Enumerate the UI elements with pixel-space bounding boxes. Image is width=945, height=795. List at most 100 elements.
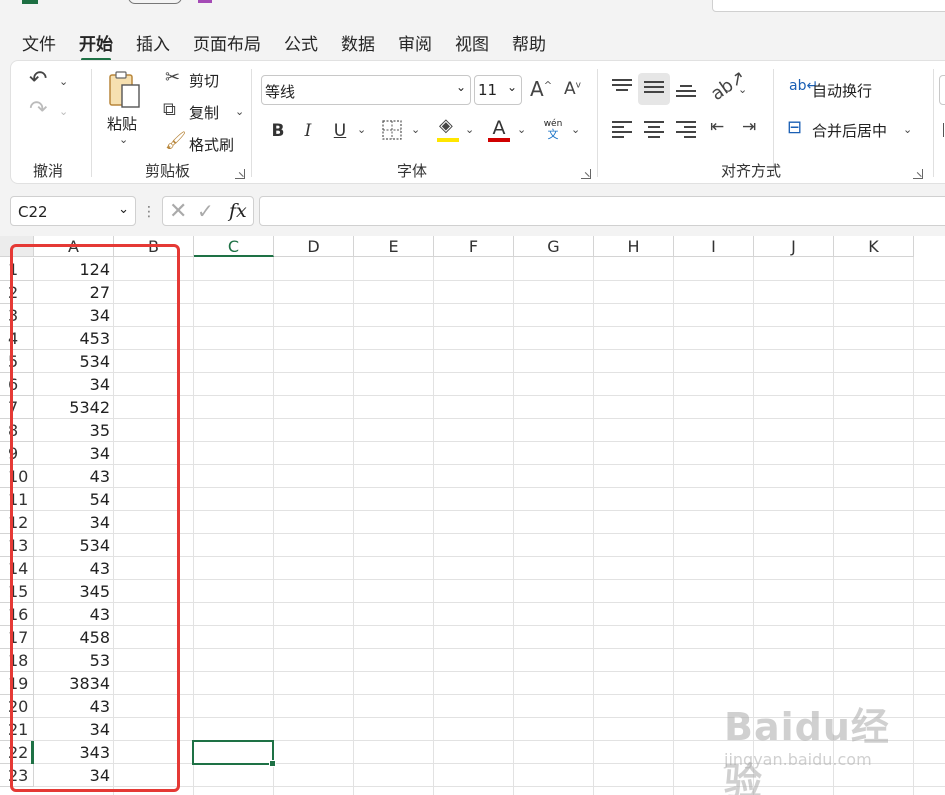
merge-center-button[interactable]: 合并后居中 — [812, 120, 887, 141]
cell-a[interactable]: 124 — [34, 258, 114, 281]
ribbon: ↶ ⌄ ↷ ⌄ 撤消 粘贴 ⌄ ✂ 剪切 ⧉ 复制 ⌄ 🖌 格式刷 剪贴板 等线… — [10, 60, 945, 184]
row-header[interactable]: 13 — [0, 534, 34, 557]
column-header[interactable]: E — [354, 236, 434, 257]
cell-a[interactable]: 43 — [34, 695, 114, 718]
increase-indent-icon[interactable]: ⇥ — [742, 119, 756, 136]
bottom-align-icon[interactable] — [676, 85, 696, 101]
gridline — [34, 418, 945, 419]
row-header[interactable]: 14 — [0, 557, 34, 580]
search-input[interactable] — [712, 0, 945, 12]
cell-a[interactable]: 27 — [34, 281, 114, 304]
row-header[interactable]: 3 — [0, 304, 34, 327]
active-cell-c22[interactable] — [192, 740, 276, 767]
align-left-icon[interactable] — [612, 121, 632, 138]
row-header[interactable]: 21 — [0, 718, 34, 741]
row-header[interactable]: 5 — [0, 350, 34, 373]
column-header[interactable]: I — [674, 236, 754, 257]
cell-a[interactable]: 43 — [34, 557, 114, 580]
row-header[interactable]: 6 — [0, 373, 34, 396]
cell-a[interactable]: 343 — [34, 741, 114, 764]
formula-input[interactable] — [259, 196, 945, 226]
column-header[interactable]: A — [34, 236, 114, 257]
ribbon-tab[interactable]: 文件 — [22, 30, 56, 55]
row-header[interactable]: 1 — [0, 258, 34, 281]
column-header[interactable]: D — [274, 236, 354, 257]
row-header[interactable]: 22 — [0, 741, 34, 764]
cell-a[interactable]: 3834 — [34, 672, 114, 695]
column-header[interactable]: F — [434, 236, 514, 257]
column-header[interactable]: H — [594, 236, 674, 257]
cancel-icon[interactable]: ✕ — [169, 199, 187, 224]
column-header[interactable]: B — [114, 236, 194, 257]
gridline — [353, 257, 354, 795]
chevron-down-icon[interactable]: ⌄ — [738, 83, 747, 96]
row-header[interactable]: 2 — [0, 281, 34, 304]
row-header[interactable]: 16 — [0, 603, 34, 626]
column-header[interactable]: C — [194, 236, 274, 257]
insert-function-button[interactable]: fx — [229, 200, 247, 222]
ribbon-tab[interactable]: 页面布局 — [193, 30, 261, 55]
row-header[interactable]: 7 — [0, 396, 34, 419]
row-header[interactable]: 18 — [0, 649, 34, 672]
row-header[interactable]: 12 — [0, 511, 34, 534]
cell-a[interactable]: 534 — [34, 534, 114, 557]
cell-a[interactable]: 54 — [34, 488, 114, 511]
row-header[interactable]: 4 — [0, 327, 34, 350]
row-header[interactable]: 17 — [0, 626, 34, 649]
row-header[interactable]: 9 — [0, 442, 34, 465]
chevron-down-icon[interactable]: ⌄ — [903, 123, 912, 136]
row-header[interactable]: 10 — [0, 465, 34, 488]
dialog-launcher-icon[interactable] — [913, 169, 923, 179]
middle-align-icon[interactable] — [644, 81, 664, 97]
enter-icon[interactable]: ✓ — [197, 199, 214, 223]
cell-a[interactable]: 34 — [34, 764, 114, 787]
cell-a[interactable]: 5342 — [34, 396, 114, 419]
cell-a[interactable]: 34 — [34, 373, 114, 396]
row-header[interactable]: 19 — [0, 672, 34, 695]
more-options-icon[interactable]: ⋮ — [142, 204, 156, 220]
merge-center-icon[interactable]: ⊟ — [787, 119, 802, 137]
row-header[interactable]: 11 — [0, 488, 34, 511]
wrap-text-button[interactable]: 自动换行 — [812, 80, 872, 101]
gridline — [34, 579, 945, 580]
watermark-main: Baidu经验 — [724, 705, 890, 795]
cell-a[interactable]: 34 — [34, 304, 114, 327]
ribbon-tab[interactable]: 数据 — [341, 30, 375, 55]
cell-a[interactable]: 43 — [34, 465, 114, 488]
autosave-toggle[interactable] — [128, 0, 182, 4]
ribbon-tab[interactable]: 视图 — [455, 30, 489, 55]
align-center-icon[interactable] — [644, 121, 664, 138]
column-header[interactable]: G — [514, 236, 594, 257]
row-header[interactable]: 15 — [0, 580, 34, 603]
gridline — [34, 280, 945, 281]
top-align-icon[interactable] — [612, 79, 632, 95]
cell-a[interactable]: 34 — [34, 718, 114, 741]
cell-a[interactable]: 34 — [34, 442, 114, 465]
cell-a[interactable]: 35 — [34, 419, 114, 442]
ribbon-tab[interactable]: 插入 — [136, 30, 170, 55]
cell-a[interactable]: 43 — [34, 603, 114, 626]
ribbon-tab[interactable]: 开始 — [79, 30, 113, 61]
row-header[interactable]: 20 — [0, 695, 34, 718]
row-header[interactable]: 8 — [0, 419, 34, 442]
cell-a[interactable]: 53 — [34, 649, 114, 672]
decrease-indent-icon[interactable]: ⇤ — [710, 119, 724, 136]
divider — [933, 69, 934, 177]
group-label-alignment: 对齐方式 — [721, 162, 782, 180]
align-right-icon[interactable] — [676, 121, 696, 138]
ribbon-tabs: 文件 开始 插入 页面布局 公式 数据 审阅 视图 帮助 — [0, 26, 569, 61]
ribbon-tab[interactable]: 公式 — [284, 30, 318, 55]
cell-a[interactable]: 453 — [34, 327, 114, 350]
number-format-select[interactable] — [939, 75, 945, 105]
cell-a[interactable]: 345 — [34, 580, 114, 603]
row-header[interactable]: 23 — [0, 764, 34, 787]
column-header[interactable]: J — [754, 236, 834, 257]
select-all-corner[interactable] — [0, 236, 34, 257]
ribbon-tab[interactable]: 审阅 — [398, 30, 432, 55]
ribbon-tab[interactable]: 帮助 — [512, 30, 546, 55]
column-header[interactable]: K — [834, 236, 914, 257]
cell-a[interactable]: 458 — [34, 626, 114, 649]
name-box[interactable]: C22 ⌄ — [10, 196, 136, 226]
cell-a[interactable]: 534 — [34, 350, 114, 373]
cell-a[interactable]: 34 — [34, 511, 114, 534]
